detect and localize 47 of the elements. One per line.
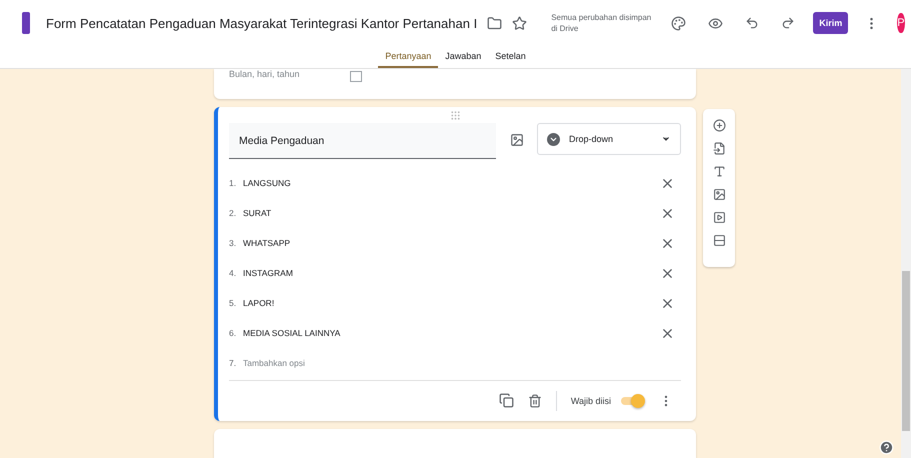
question-type-dropdown[interactable]: Drop-down (537, 123, 681, 156)
text-icon[interactable] (712, 165, 726, 178)
option-number: 2. (229, 208, 238, 218)
option-text[interactable]: LAPOR! (243, 298, 660, 308)
option-text[interactable]: MEDIA SOSIAL LAINNYA (243, 328, 660, 338)
send-button[interactable]: Kirim (813, 12, 848, 34)
save-status: Semua perubahan disimpan (551, 12, 652, 23)
option-text[interactable]: LANGSUNG (243, 178, 660, 188)
folder-icon[interactable] (487, 16, 502, 30)
help-icon[interactable] (878, 440, 894, 455)
palette-icon[interactable] (671, 16, 686, 30)
option-number: 7. (229, 358, 238, 368)
eye-icon[interactable] (708, 16, 724, 30)
option-number: 1. (229, 178, 238, 188)
add-circle-icon[interactable] (712, 119, 726, 132)
date-field[interactable]: Bulan, hari, tahun (229, 69, 300, 79)
option-text[interactable]: WHATSAPP (243, 238, 660, 248)
required-label: Wajib diisi (570, 396, 611, 406)
option-text[interactable]: SURAT (243, 208, 660, 218)
forms-logo-icon (22, 12, 30, 34)
option-number: 3. (229, 238, 238, 248)
undo-icon[interactable] (745, 16, 760, 30)
trash-icon[interactable] (528, 394, 542, 408)
required-toggle[interactable] (619, 394, 645, 408)
option-number: 6. (229, 328, 238, 338)
image-icon[interactable] (712, 188, 726, 201)
copy-icon[interactable] (498, 393, 514, 408)
avatar[interactable]: P (897, 13, 905, 33)
save-status: di Drive (551, 23, 580, 34)
star-icon[interactable] (512, 16, 528, 30)
section-icon[interactable] (712, 234, 726, 247)
scrollbar[interactable] (901, 69, 911, 458)
calendar-icon (350, 71, 362, 82)
image-icon[interactable] (510, 133, 524, 148)
add-option-link[interactable]: Tambahkan opsi (243, 358, 681, 368)
tab[interactable]: Setelan (488, 46, 533, 68)
question-field[interactable]: Media Pengaduan (229, 123, 496, 160)
tab[interactable]: Jawaban (438, 46, 488, 68)
drag-handle-icon[interactable] (450, 110, 460, 121)
redo-icon[interactable] (781, 16, 796, 30)
option-text[interactable]: INSTAGRAM (243, 268, 660, 278)
form-title: Form Pencatatan Pengaduan Masyarakat Terintegrasi Kantor Pertanahan I (46, 16, 478, 30)
option-number: 5. (229, 298, 238, 308)
import-icon[interactable] (712, 142, 726, 155)
option-number: 4. (229, 268, 238, 278)
video-icon[interactable] (712, 211, 726, 224)
dropdown-type-icon (547, 132, 560, 146)
